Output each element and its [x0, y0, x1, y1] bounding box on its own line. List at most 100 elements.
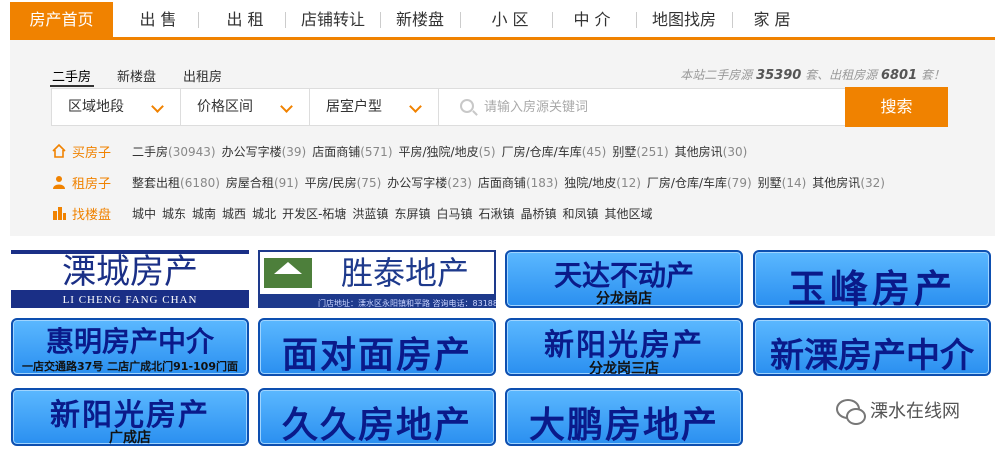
nav-shop-transfer[interactable]: 店铺转让	[293, 2, 373, 37]
category-link-count: (23)	[447, 176, 472, 190]
category-link[interactable]: 店面商铺(183)	[478, 176, 558, 190]
category-link-label: 店面商铺	[312, 145, 361, 159]
category-link[interactable]: 和凤镇	[563, 207, 599, 221]
category-link[interactable]: 厂房/仓库/车库(45)	[502, 145, 607, 159]
search-button[interactable]: 搜索	[845, 87, 948, 127]
category-link-label: 城南	[192, 207, 217, 221]
category-link[interactable]: 整套出租(6180)	[132, 176, 220, 190]
category-link[interactable]: 其他房讯(32)	[812, 176, 885, 190]
banner-xinyangguang-gc[interactable]: 新阳光房产 广成店	[11, 388, 249, 446]
nav-home[interactable]: 房产首页	[10, 2, 113, 37]
listing-stats: 本站二手房源 35390 套、出租房源 6801 套！	[680, 66, 945, 83]
category-link-label: 平房/民房	[304, 176, 357, 190]
nav-community[interactable]: 小 区	[478, 2, 542, 37]
category-links: 二手房(30943) 办公写字楼(39) 店面商铺(571) 平房/独院/地皮(5) 厂…	[132, 143, 753, 160]
category-label: 找楼盘	[72, 208, 112, 223]
banner-mianduimian[interactable]: 面对面房产	[258, 318, 496, 376]
banner-title: 玉峰房产	[787, 267, 956, 308]
banner-xinyangguang-3[interactable]: 新阳光房产 分龙岗三店	[505, 318, 743, 376]
category-link-label: 城西	[222, 207, 247, 221]
tab-second-hand[interactable]: 二手房	[52, 66, 91, 85]
search-input[interactable]	[484, 95, 844, 119]
category-link-label: 二手房	[132, 145, 169, 159]
banner-huiming[interactable]: 惠明房产中介 一店交通路37号 二店广成北门91-109门面	[11, 318, 249, 376]
category-link[interactable]: 石湫镇	[478, 207, 514, 221]
nav-sale[interactable]: 出 售	[126, 2, 190, 37]
category-link-count: (14)	[781, 176, 807, 190]
category-link[interactable]: 二手房(30943)	[132, 145, 216, 159]
category-link[interactable]: 城北	[252, 207, 276, 221]
category-link-label: 别墅	[757, 176, 782, 190]
category-link[interactable]: 厂房/仓库/车库(79)	[647, 176, 752, 190]
nav-new-property[interactable]: 新楼盘	[388, 2, 452, 37]
category-link-count: (75)	[356, 176, 382, 190]
category-link-label: 其他房讯	[812, 176, 861, 190]
category-link[interactable]: 别墅(14)	[758, 176, 807, 190]
banner-subtitle: 门店地址：溧水区永阳镇和平路 咨询电话：83188	[318, 299, 496, 308]
banner-dapeng[interactable]: 大鹏房地产	[505, 388, 743, 446]
banner-xinli[interactable]: 新溧房产中介	[753, 318, 991, 376]
rent-category-row: 租房子 整套出租(6180) 房屋合租(91) 平房/民房(75) 办公写字楼(23)…	[52, 173, 952, 192]
layout-dropdown[interactable]: 居室户型	[310, 89, 439, 125]
category-link-count: (183)	[525, 176, 559, 190]
category-link[interactable]: 独院/地皮(12)	[564, 176, 641, 190]
category-link-label: 平房/独院/地皮	[398, 145, 479, 159]
category-link-label: 晶桥镇	[520, 207, 557, 221]
banner-title: 溧城房产	[11, 254, 249, 290]
banner-jiujiu[interactable]: 久久房地产	[258, 388, 496, 446]
category-link-label: 和凤镇	[562, 207, 599, 221]
category-link[interactable]: 洪蓝镇	[352, 207, 388, 221]
category-link-count: (30943)	[168, 145, 216, 159]
category-label: 买房子	[72, 146, 112, 161]
category-link[interactable]: 其他区域	[605, 207, 653, 221]
category-link[interactable]: 店面商铺(571)	[312, 145, 392, 159]
nav-home-decor[interactable]: 家 居	[740, 2, 804, 37]
category-link-label: 城中	[132, 207, 157, 221]
buy-category-row: 买房子 二手房(30943) 办公写字楼(39) 店面商铺(571) 平房/独院/地皮…	[52, 142, 952, 161]
category-link-label: 其他房讯	[674, 145, 723, 159]
category-link[interactable]: 城中	[132, 207, 156, 221]
category-link[interactable]: 办公写字楼(39)	[222, 145, 307, 159]
house-logo-icon	[264, 258, 312, 288]
banner-title: 新溧房产中介	[770, 336, 974, 376]
stats-sale-count: 35390	[756, 68, 802, 83]
category-link[interactable]: 白马镇	[436, 207, 472, 221]
category-link[interactable]: 晶桥镇	[520, 207, 556, 221]
category-link-count: (91)	[273, 176, 299, 190]
search-icon	[460, 99, 474, 113]
stats-suffix: 套！	[920, 68, 945, 82]
tab-new-property[interactable]: 新楼盘	[117, 66, 156, 85]
category-link[interactable]: 城西	[222, 207, 246, 221]
category-link[interactable]: 房屋合租(91)	[226, 176, 299, 190]
tab-rental[interactable]: 出租房	[183, 66, 222, 85]
banner-tianda[interactable]: 天达不动产 分龙岗店	[505, 250, 743, 308]
category-link[interactable]: 平房/民房(75)	[305, 176, 382, 190]
category-link[interactable]: 东屏镇	[394, 207, 430, 221]
category-link[interactable]: 城东	[162, 207, 186, 221]
wechat-icon	[836, 399, 866, 425]
category-link-label: 厂房/仓库/车库	[501, 145, 582, 159]
dropdown-label: 价格区间	[197, 99, 253, 115]
category-link-label: 办公写字楼	[387, 176, 448, 190]
nav-divider	[285, 12, 286, 28]
banner-yufeng[interactable]: 玉峰房产	[753, 250, 991, 308]
category-link[interactable]: 办公写字楼(23)	[387, 176, 472, 190]
category-link[interactable]: 平房/独院/地皮(5)	[399, 145, 496, 159]
banner-subtitle: 一店交通路37号 二店广成北门91-109门面	[22, 360, 238, 373]
nav-rent[interactable]: 出 租	[213, 2, 277, 37]
category-link-count: (32)	[860, 176, 885, 190]
price-dropdown[interactable]: 价格区间	[181, 89, 310, 125]
category-link[interactable]: 其他房讯(30)	[675, 145, 748, 159]
category-link[interactable]: 别墅(251)	[612, 145, 668, 159]
banner-shengtai[interactable]: 胜泰地产 门店地址：溧水区永阳镇和平路 咨询电话：83188	[258, 250, 496, 308]
category-links: 整套出租(6180) 房屋合租(91) 平房/民房(75) 办公写字楼(23) 店面商铺…	[132, 174, 891, 191]
category-link-label: 洪蓝镇	[352, 207, 389, 221]
nav-divider	[552, 12, 553, 28]
nav-agency[interactable]: 中 介	[560, 2, 624, 37]
nav-map-search[interactable]: 地图找房	[644, 2, 724, 37]
banner-licheng[interactable]: 溧城房产 LI CHENG FANG CHAN	[11, 250, 249, 308]
person-icon	[53, 176, 65, 189]
category-link[interactable]: 城南	[192, 207, 216, 221]
area-dropdown[interactable]: 区域地段	[52, 89, 181, 125]
category-link[interactable]: 开发区-柘塘	[282, 207, 346, 221]
